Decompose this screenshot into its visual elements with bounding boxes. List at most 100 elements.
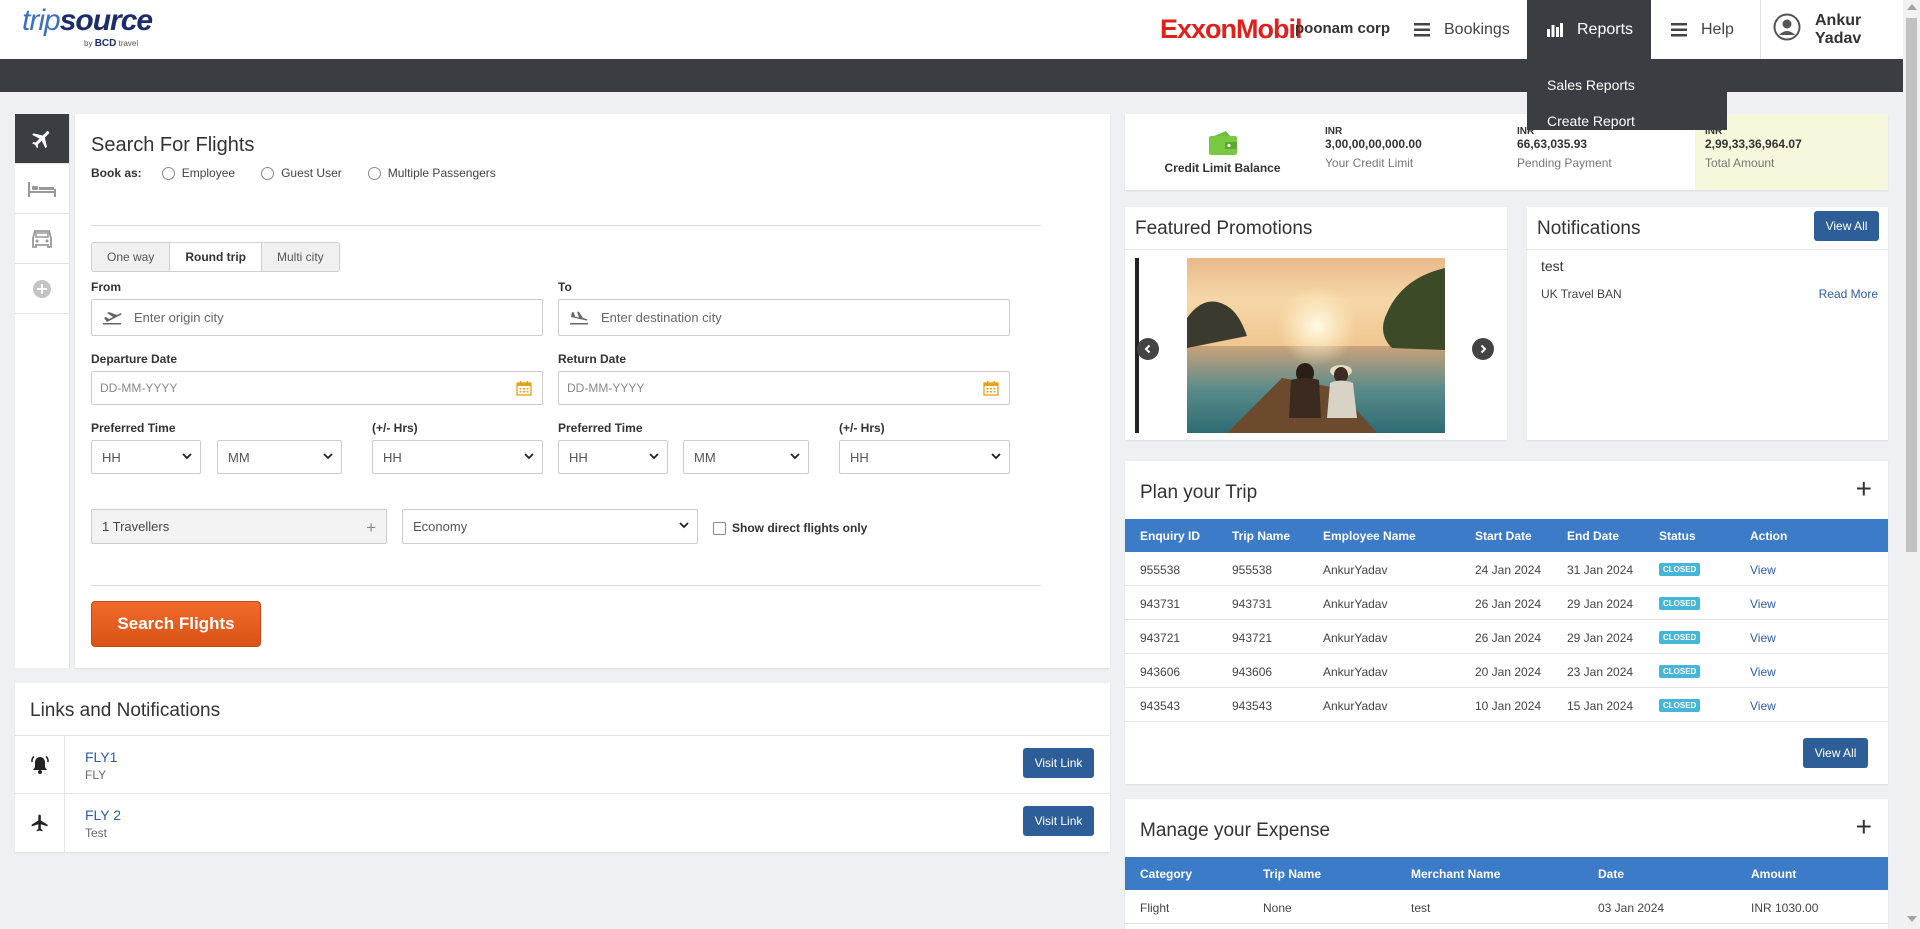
tripsource-logo[interactable]: tripsource by BCD travel [22,6,153,50]
radio-multiple-passengers[interactable]: Multiple Passengers [367,166,496,180]
status-badge: CLOSED [1659,563,1701,576]
scroll-down-icon[interactable] [1907,916,1917,922]
return-date-input[interactable]: DD-MM-YYYY [558,371,1010,405]
company-name: poonam corp [1295,20,1391,37]
credit-limit-item: INR 3,00,00,00,000.00 Your Credit Limit [1325,126,1422,170]
radio-circle[interactable] [367,166,381,180]
cell-trip-name: 943721 [1232,631,1273,645]
travellers-value: 1 Travellers [102,519,170,534]
carousel-prev-button[interactable] [1137,338,1159,360]
departure-label: Departure Date [91,352,178,366]
radio-guest-user[interactable]: Guest User [261,166,342,180]
return-label: Return Date [558,352,627,366]
scrollbar-thumb[interactable] [1906,18,1917,552]
radio-circle[interactable] [261,166,275,180]
chevron-down-icon [323,453,333,460]
nav-help[interactable]: Help [1671,0,1734,59]
view-link[interactable]: View [1750,699,1776,713]
divider [91,225,1041,226]
avatar-icon [1773,13,1801,46]
credit-limit-panel: Credit Limit Balance INR 3,00,00,00,000.… [1125,114,1888,190]
visit-link-button[interactable]: Visit Link [1023,806,1094,836]
travellers-selector[interactable]: 1 Travellers + [91,509,387,544]
bar-chart-icon [1547,22,1563,37]
select-value: HH [569,449,588,465]
direct-flights-option[interactable]: Show direct flights only [713,521,867,535]
calendar-icon[interactable] [516,380,532,396]
link-name[interactable]: FLY 2 [85,807,121,823]
view-link[interactable]: View [1750,665,1776,679]
from-label: From [91,280,121,294]
destination-input[interactable]: Enter destination city [558,299,1010,336]
notification-title: test [1541,258,1564,274]
depart-minute-select[interactable]: MM [217,440,342,474]
select-value: MM [694,449,716,465]
booking-type-tabs [15,114,70,668]
scroll-up-icon[interactable] [1907,4,1917,10]
links-title: Links and Notifications [30,700,221,721]
divider [1125,249,1507,250]
radio-circle[interactable] [161,166,175,180]
search-flights-button[interactable]: Search Flights [91,601,261,647]
cabin-class-select[interactable]: Economy [402,509,698,544]
chevron-down-icon [790,453,800,460]
origin-input[interactable]: Enter origin city [91,299,543,336]
table-row: 943543 943543 AnkurYadav 10 Jan 2024 15 … [1125,688,1888,722]
visit-link-button[interactable]: Visit Link [1023,748,1094,778]
nav-reports[interactable]: Reports [1527,0,1651,59]
tab-cars[interactable] [15,214,69,264]
trip-type-one-way[interactable]: One way [92,243,171,271]
menu-item-sales-reports[interactable]: Sales Reports [1527,67,1727,103]
cell-trip-name: 943606 [1232,665,1273,679]
radio-employee[interactable]: Employee [161,166,235,180]
trip-type-multi-city[interactable]: Multi city [262,243,339,271]
calendar-icon[interactable] [983,380,999,396]
read-more-link[interactable]: Read More [1819,287,1878,301]
view-link[interactable]: View [1750,563,1776,577]
link-name[interactable]: FLY1 [85,749,117,765]
direct-flights-checkbox[interactable] [713,521,726,535]
add-expense-icon[interactable]: + [1856,813,1872,841]
table-row: 955538 955538 AnkurYadav 24 Jan 2024 31 … [1125,552,1888,586]
cell-end-date: 23 Jan 2024 [1567,665,1634,679]
column-header: Status [1659,529,1696,543]
cell-employee: AnkurYadav [1323,665,1388,679]
return-hour-select[interactable]: HH [558,440,668,474]
promotion-image[interactable] [1187,258,1445,433]
divider [1527,249,1888,250]
add-trip-icon[interactable]: + [1856,475,1872,503]
tab-more[interactable] [15,264,69,314]
carousel-next-button[interactable] [1472,338,1494,360]
menu-item-create-report[interactable]: Create Report [1527,103,1727,139]
return-plusminus-select[interactable]: HH [839,440,1010,474]
nav-bookings-label: Bookings [1444,20,1510,38]
destination-placeholder: Enter destination city [601,310,722,325]
plan-view-all-button[interactable]: View All [1803,738,1868,768]
depart-plusminus-select[interactable]: HH [372,440,543,474]
menu-icon [1671,22,1687,37]
promotions-title: Featured Promotions [1135,218,1313,239]
takeoff-icon [103,311,122,324]
notifications-view-all-button[interactable]: View All [1814,211,1879,241]
view-link[interactable]: View [1750,631,1776,645]
cell-enquiry-id: 955538 [1140,563,1181,577]
column-header: Start Date [1475,529,1532,543]
logo-by: by [84,39,93,48]
tab-hotels[interactable] [15,164,69,214]
tab-flights[interactable] [15,114,69,164]
chevron-down-icon [991,453,1001,460]
featured-promotions-panel: Featured Promotions [1125,207,1507,440]
view-link[interactable]: View [1750,597,1776,611]
user-menu[interactable]: Ankur Yadav [1760,0,1903,59]
chevron-down-icon [679,522,689,529]
notifications-title: Notifications [1537,218,1641,239]
depart-hour-select[interactable]: HH [91,440,201,474]
return-minute-select[interactable]: MM [683,440,809,474]
status-badge: CLOSED [1659,699,1701,712]
plus-icon[interactable]: + [366,518,376,538]
expense-title: Manage your Expense [1140,820,1331,841]
trip-type-round-trip[interactable]: Round trip [170,243,263,271]
trip-type-toggle: One way Round trip Multi city [91,242,340,272]
departure-date-input[interactable]: DD-MM-YYYY [91,371,543,405]
nav-bookings[interactable]: Bookings [1414,0,1510,59]
